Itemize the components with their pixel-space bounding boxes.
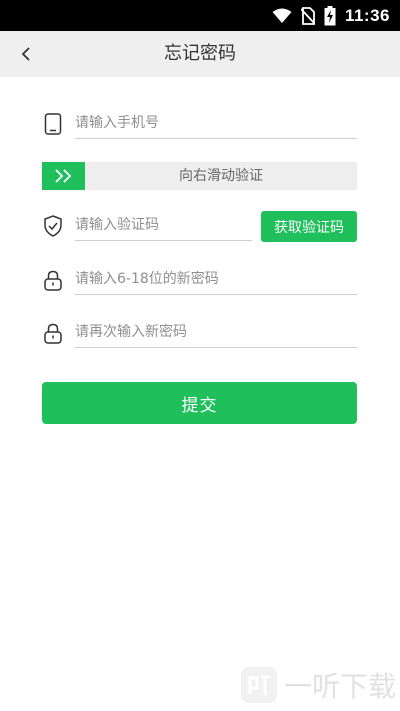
submit-button[interactable]: 提交 <box>42 382 357 424</box>
phone-row <box>42 108 357 140</box>
phone-input[interactable] <box>75 108 357 139</box>
slide-verify-handle[interactable] <box>42 162 85 190</box>
get-code-button[interactable]: 获取验证码 <box>261 211 357 242</box>
status-bar: 11:36 <box>0 0 400 31</box>
code-input[interactable] <box>75 210 252 241</box>
no-sim-icon <box>300 7 315 25</box>
slide-verify-label: 向右滑动验证 <box>179 168 263 184</box>
watermark-logo-icon <box>240 667 277 703</box>
clock: 11:36 <box>344 6 390 25</box>
lock-icon <box>42 268 64 292</box>
double-chevron-right-icon <box>54 169 71 183</box>
new-password-row <box>42 264 357 296</box>
shield-check-icon <box>42 214 64 238</box>
new-password-input[interactable] <box>75 264 357 295</box>
confirm-password-input[interactable] <box>75 317 357 348</box>
back-button[interactable] <box>14 42 38 66</box>
wifi-icon <box>272 8 292 23</box>
chevron-left-icon <box>21 47 30 61</box>
watermark: 一听下载 <box>240 663 396 707</box>
page-title: 忘记密码 <box>164 43 236 64</box>
lock-icon <box>42 321 64 345</box>
phone-icon <box>42 112 64 136</box>
nav-bar: 忘记密码 <box>0 31 400 77</box>
status-icons: 11:36 <box>272 5 390 27</box>
slide-verify-track[interactable]: 向右滑动验证 <box>42 162 357 190</box>
confirm-password-row <box>42 317 357 349</box>
battery-charging-icon <box>324 6 336 26</box>
watermark-text: 一听下载 <box>283 670 396 703</box>
